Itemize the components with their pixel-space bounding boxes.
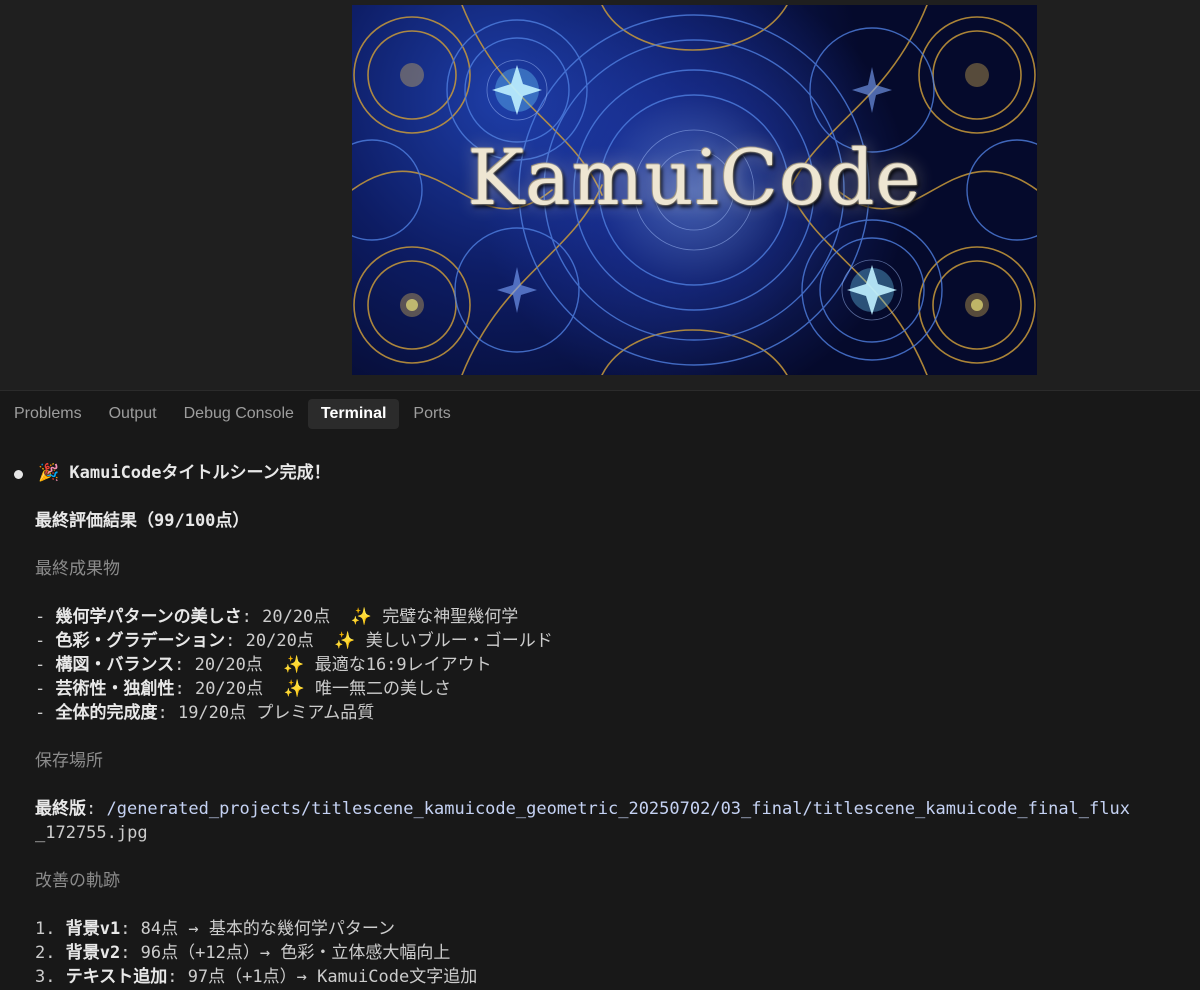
improvement-detail: : 97点（+1点）→ KamuiCode文字追加 [167,967,478,987]
tab-ports[interactable]: Ports [400,399,463,429]
section-final-deliverable: 最終成果物 [35,559,120,579]
sparkles-icon: ✨ [283,655,305,675]
improvement-number: 2. [35,943,66,963]
final-evaluation-heading: 最終評価結果（99/100点） [35,511,250,531]
score-item-score: : 20/20点 [174,655,263,675]
score-item-score: : 20/20点 [174,679,264,699]
tab-output[interactable]: Output [96,399,170,429]
panel-tab-bar: Problems Output Debug Console Terminal P… [0,399,465,431]
tab-debug-console[interactable]: Debug Console [171,399,307,429]
terminal-headline: 🎉 KamuiCodeタイトルシーン完成！ [38,463,331,483]
score-item-name: 芸術性・独創性 [55,679,175,699]
improvement-name: テキスト追加 [65,967,168,987]
score-item-note: プレミアム品質 [256,703,375,723]
kamuicode-title-image: KamuiCode [352,5,1037,375]
improvement-name: 背景v1 [65,919,121,939]
score-item-name: 幾何学パターンの美しさ [55,607,242,627]
score-item-note: 美しいブルー・ゴールド [355,631,553,651]
final-version-label: 最終版 [35,799,86,819]
improvement-item: 3. テキスト追加: 97点（+1点）→ KamuiCode文字追加 [35,965,477,989]
tab-problems[interactable]: Problems [1,399,95,429]
score-item-score: : 19/20点 [157,703,247,723]
improvement-item: 1. 背景v1: 84点 → 基本的な幾何学パターン [35,917,395,941]
score-item-name: 色彩・グラデーション [55,631,226,651]
score-item-note: 最適な16:9レイアウト [304,655,492,675]
score-item-name: 構図・バランス [55,655,175,675]
score-item-note: 唯一無二の美しさ [304,679,452,699]
banner-title-text: KamuiCode [467,133,922,222]
section-improvement-history: 改善の軌跡 [35,871,120,891]
sparkles-icon: ✨ [283,679,305,699]
score-item: - 全体的完成度: 19/20点 プレミアム品質 [35,703,375,723]
score-item-note: 完璧な神聖幾何学 [371,607,519,627]
improvement-name: 背景v2 [65,943,121,963]
section-save-location: 保存場所 [35,751,103,771]
score-item: - 色彩・グラデーション: 20/20点 ✨ 美しいブルー・ゴールド [35,631,553,651]
tab-terminal[interactable]: Terminal [307,399,400,429]
final-file-path-link[interactable]: /generated_projects/titlescene_kamuicode… [106,799,1130,819]
final-file-path-continued[interactable]: _172755.jpg [35,821,148,845]
improvement-number: 1. [35,919,66,939]
score-item-name: 全体的完成度 [55,703,158,723]
sparkles-icon: ✨ [334,631,356,651]
score-item: - 幾何学パターンの美しさ: 20/20点 ✨ 完璧な神聖幾何学 [35,607,519,627]
bottom-panel: Problems Output Debug Console Terminal P… [0,390,1200,990]
sparkles-icon: ✨ [350,607,372,627]
final-version-line: 最終版: /generated_projects/titlescene_kamu… [35,799,1130,819]
improvement-detail: : 84点 → 基本的な幾何学パターン [120,919,395,939]
score-item-score: : 20/20点 [225,631,314,651]
score-item: - 芸術性・独創性: 20/20点 ✨ 唯一無二の美しさ [35,679,452,699]
score-item: - 構図・バランス: 20/20点 ✨ 最適な16:9レイアウト [35,655,492,675]
improvement-number: 3. [35,967,66,987]
image-preview-area: KamuiCode [0,0,1200,390]
score-item-score: : 20/20点 [241,607,331,627]
status-bullet-icon [14,470,23,479]
improvement-item: 2. 背景v2: 96点（+12点）→ 色彩・立体感大幅向上 [35,941,450,965]
improvement-detail: : 96点（+12点）→ 色彩・立体感大幅向上 [120,943,451,963]
